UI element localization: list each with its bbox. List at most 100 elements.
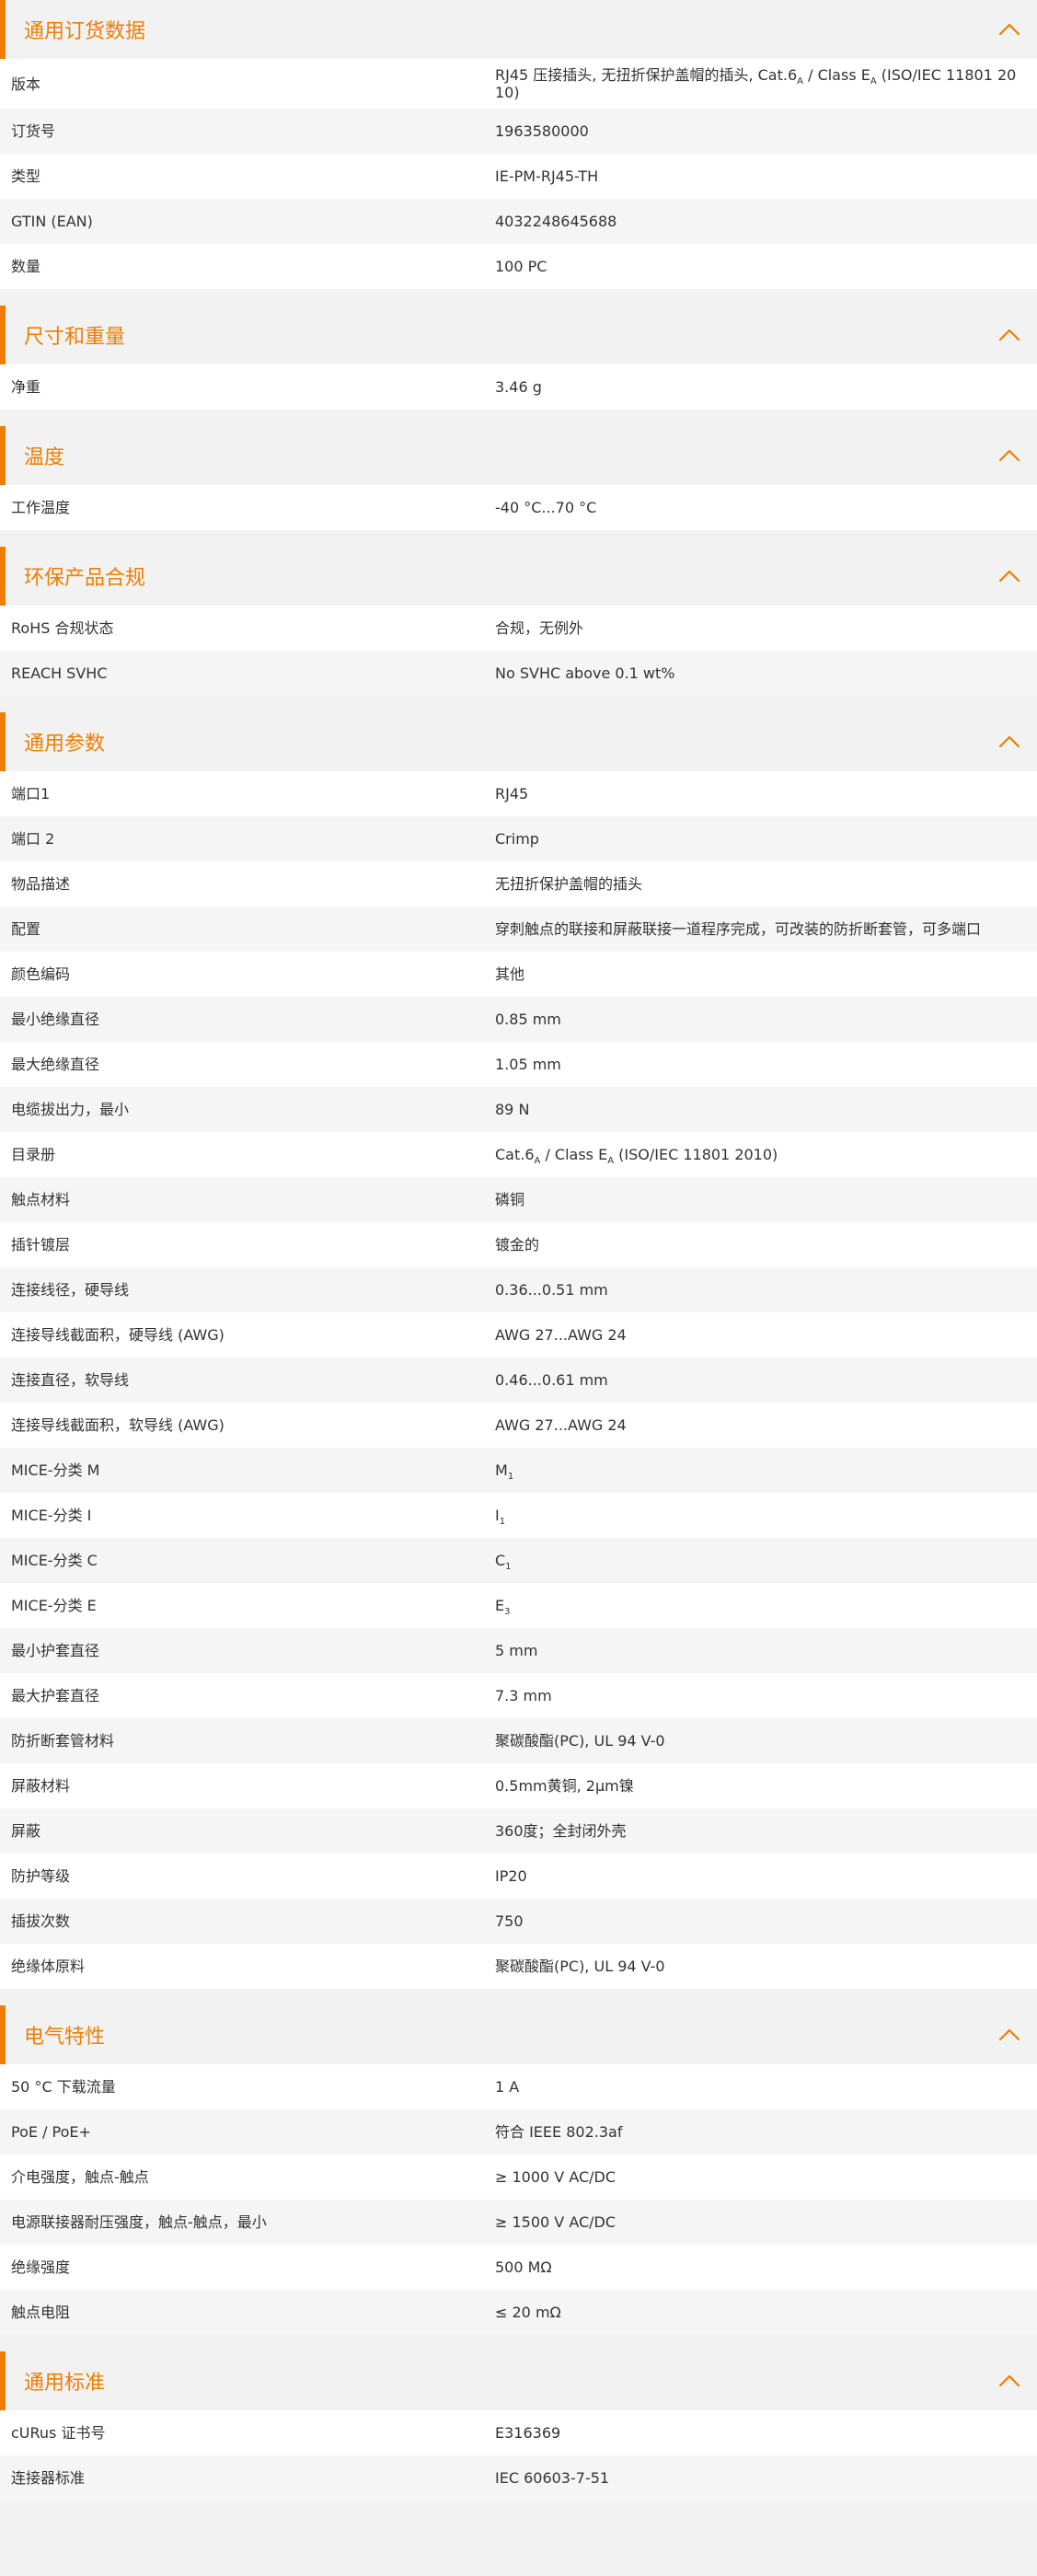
spec-value: C1 (495, 1552, 512, 1573)
spec-value: 3.46 g (495, 378, 542, 396)
spec-row: 版本 RJ45 压接插头, 无扭折保护盖帽的插头, Cat.6A / Class … (0, 59, 1037, 109)
spec-row: 最小护套直径 5 mm (0, 1628, 1037, 1673)
spec-value: 4032248645688 (495, 213, 617, 230)
spec-row: GTIN (EAN) 4032248645688 (0, 199, 1037, 244)
spec-value: 磷铜 (495, 1191, 525, 1208)
chevron-up-icon[interactable] (997, 2022, 1022, 2048)
spec-label: MICE-分类 E (11, 1597, 97, 1614)
spec-label: 最小绝缘直径 (11, 1011, 100, 1028)
section-title: 电气特性 (24, 2026, 106, 2049)
spec-label: 最小护套直径 (11, 1642, 100, 1659)
spec-value: Crimp (495, 830, 539, 848)
chevron-up-icon[interactable] (997, 2368, 1022, 2394)
spec-value: IP20 (495, 1867, 527, 1885)
section-header[interactable]: 通用标准 (0, 2351, 1037, 2410)
spec-row: 最大绝缘直径 1.05 mm (0, 1042, 1037, 1087)
spec-value: 聚碳酸酯(PC), UL 94 V-0 (495, 1732, 665, 1750)
spec-row: 颜色编码 其他 (0, 952, 1037, 997)
section-header[interactable]: 尺寸和重量 (0, 306, 1037, 364)
spec-label: 最大绝缘直径 (11, 1056, 100, 1073)
spec-label: 防折断套管材料 (11, 1732, 115, 1750)
spec-label: 订货号 (11, 122, 56, 140)
spec-label: MICE-分类 I (11, 1507, 92, 1524)
spec-value: 89 N (495, 1101, 530, 1118)
spec-label: 配置 (11, 920, 41, 938)
spec-value: 合规，无例外 (495, 619, 584, 637)
spec-label: 工作温度 (11, 499, 71, 516)
chevron-up-icon[interactable] (997, 443, 1022, 468)
spec-section-5: 电气特性 50 °C 下载流量 1 A PoE / PoE+ 符合 IEEE 802.3… (0, 2005, 1037, 2335)
spec-value: 1 A (495, 2078, 520, 2096)
spec-sheet: 通用订货数据 版本 RJ45 压接插头, 无扭折保护盖帽的插头, Cat.6A / … (0, 0, 1037, 2501)
spec-row: MICE-分类 E E3 (0, 1583, 1037, 1628)
spec-label: 物品描述 (11, 875, 71, 893)
spec-row: 最大护套直径 7.3 mm (0, 1673, 1037, 1718)
spec-row: 防护等级 IP20 (0, 1854, 1037, 1899)
spec-value: IE-PM-RJ45-TH (495, 167, 599, 185)
spec-label: MICE-分类 C (11, 1552, 98, 1569)
spec-row: MICE-分类 C C1 (0, 1538, 1037, 1583)
spec-label: 50 °C 下载流量 (11, 2078, 116, 2096)
spec-value: 无扭折保护盖帽的插头 (495, 875, 643, 893)
section-header[interactable]: 电气特性 (0, 2005, 1037, 2064)
spec-row: MICE-分类 M M1 (0, 1448, 1037, 1493)
spec-value: IEC 60603-7-51 (495, 2469, 610, 2487)
spec-section-3: 环保产品合规 RoHS 合规状态 合规，无例外 REACH SVHC No SVHC a… (0, 547, 1037, 696)
spec-value: 镀金的 (495, 1236, 540, 1253)
spec-value: 0.5mm黄铜, 2µm镍 (495, 1777, 634, 1795)
section-header[interactable]: 温度 (0, 426, 1037, 485)
section-title: 尺寸和重量 (24, 326, 126, 349)
section-header[interactable]: 通用参数 (0, 712, 1037, 771)
spec-value: 360度；全封闭外壳 (495, 1822, 627, 1840)
spec-value: 5 mm (495, 1642, 538, 1659)
spec-value: E316369 (495, 2424, 561, 2442)
spec-value: AWG 27...AWG 24 (495, 1326, 627, 1344)
spec-row: MICE-分类 I I1 (0, 1493, 1037, 1538)
spec-label: GTIN (EAN) (11, 213, 93, 230)
spec-label: 连接导线截面积，硬导线 (AWG) (11, 1326, 225, 1344)
spec-label: 版本 (11, 75, 41, 93)
spec-label: 最大护套直径 (11, 1687, 100, 1704)
spec-row: PoE / PoE+ 符合 IEEE 802.3af (0, 2109, 1037, 2154)
spec-value: 750 (495, 1912, 524, 1930)
spec-label: 净重 (11, 378, 41, 396)
spec-row: 最小绝缘直径 0.85 mm (0, 997, 1037, 1042)
spec-row: REACH SVHC No SVHC above 0.1 wt% (0, 651, 1037, 696)
section-header[interactable]: 通用订货数据 (0, 0, 1037, 59)
spec-section-6: 通用标准 cURus 证书号 E316369 连接器标准 IEC 60603-7-51 (0, 2351, 1037, 2501)
spec-value: ≤ 20 mΩ (495, 2304, 561, 2321)
spec-value: ≥ 1000 V AC/DC (495, 2168, 616, 2186)
spec-label: 绝缘体原料 (11, 1958, 86, 1975)
spec-label: 触点电阻 (11, 2304, 71, 2321)
chevron-up-icon[interactable] (997, 563, 1022, 589)
spec-value: 1963580000 (495, 122, 589, 140)
spec-label: MICE-分类 M (11, 1461, 100, 1479)
spec-label: 屏蔽材料 (11, 1777, 71, 1795)
spec-label: 数量 (11, 258, 41, 275)
chevron-up-icon[interactable] (997, 17, 1022, 42)
spec-row: 屏蔽 360度；全封闭外壳 (0, 1808, 1037, 1854)
spec-row: 目录册 Cat.6A / Class EA (ISO/IEC 11801 2010… (0, 1132, 1037, 1177)
chevron-up-icon[interactable] (997, 729, 1022, 755)
section-header[interactable]: 环保产品合规 (0, 547, 1037, 606)
spec-value: 500 MΩ (495, 2258, 552, 2276)
chevron-up-icon[interactable] (997, 322, 1022, 348)
spec-label: 触点材料 (11, 1191, 71, 1208)
spec-row: 电源联接器耐压强度，触点-触点，最小 ≥ 1500 V AC/DC (0, 2200, 1037, 2245)
spec-label: 类型 (11, 167, 41, 185)
spec-row: 工作温度 -40 °C...70 °C (0, 485, 1037, 530)
spec-value: -40 °C...70 °C (495, 499, 597, 516)
spec-row: 端口1 RJ45 (0, 771, 1037, 816)
section-title: 通用参数 (24, 733, 106, 756)
spec-label: PoE / PoE+ (11, 2123, 91, 2141)
spec-value: RJ45 (495, 785, 529, 803)
spec-label: 防护等级 (11, 1867, 71, 1885)
spec-label: 绝缘强度 (11, 2258, 71, 2276)
spec-value: M1 (495, 1461, 514, 1483)
spec-label: 颜色编码 (11, 965, 71, 983)
spec-row: 绝缘强度 500 MΩ (0, 2245, 1037, 2290)
spec-value: I1 (495, 1507, 506, 1528)
spec-row: 连接直径，软导线 0.46...0.61 mm (0, 1357, 1037, 1403)
spec-label: 电源联接器耐压强度，触点-触点，最小 (11, 2213, 267, 2231)
spec-label: 介电强度，触点-触点 (11, 2168, 149, 2186)
